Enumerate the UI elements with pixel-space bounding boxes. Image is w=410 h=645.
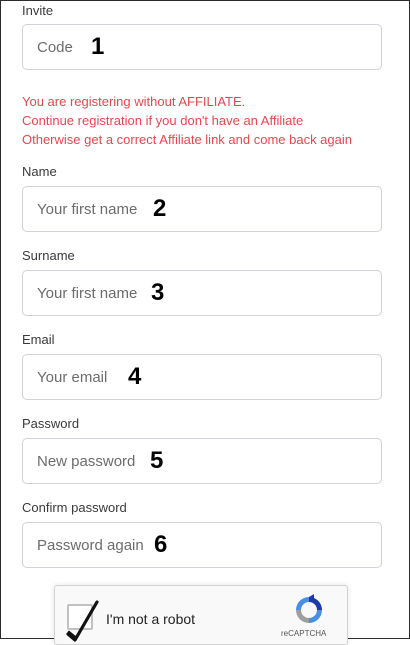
invite-code-field[interactable]: 1 <box>22 24 382 70</box>
marker-4: 4 <box>128 363 142 390</box>
name-field[interactable]: 2 <box>22 186 382 232</box>
marker-2: 2 <box>153 195 167 222</box>
invite-code-input[interactable] <box>37 25 217 69</box>
email-input[interactable] <box>37 355 217 399</box>
marker-1: 1 <box>91 33 105 60</box>
marker-5: 5 <box>150 447 164 474</box>
recaptcha-widget: I'm not a robot reCAPTCHA <box>54 585 348 645</box>
surname-field[interactable]: 3 <box>22 270 382 316</box>
confirm-password-label: Confirm password <box>22 500 127 515</box>
password-input[interactable] <box>37 439 217 483</box>
recaptcha-label: I'm not a robot <box>106 611 196 627</box>
name-input[interactable] <box>37 187 217 231</box>
warning-line-3: Otherwise get a correct Affiliate link a… <box>22 132 352 147</box>
confirm-password-input[interactable] <box>37 523 217 567</box>
confirm-password-field[interactable]: 6 <box>22 522 382 568</box>
surname-input[interactable] <box>37 271 217 315</box>
marker-6: 6 <box>154 531 168 558</box>
checkmark-icon <box>66 600 99 642</box>
invite-label: Invite <box>22 3 54 18</box>
warning-line-1: You are registering without AFFILIATE. <box>22 94 246 109</box>
password-label: Password <box>22 416 80 431</box>
surname-label: Surname <box>22 248 75 263</box>
recaptcha-logo-icon <box>296 594 322 623</box>
marker-3: 3 <box>151 279 165 306</box>
name-label: Name <box>22 164 57 179</box>
email-label: Email <box>22 332 55 347</box>
affiliate-warning: You are registering without AFFILIATE. C… <box>22 92 392 149</box>
recaptcha-brand: reCAPTCHA <box>281 629 327 638</box>
password-field[interactable]: 5 <box>22 438 382 484</box>
email-field[interactable]: 4 <box>22 354 382 400</box>
warning-line-2: Continue registration if you don't have … <box>22 113 304 128</box>
